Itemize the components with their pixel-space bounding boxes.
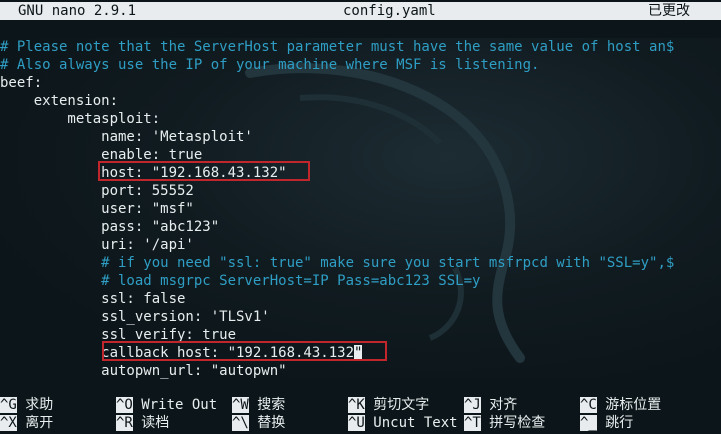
shortcut-label: 读档 bbox=[141, 415, 170, 431]
code-line: pass: "abc123" bbox=[0, 219, 220, 235]
shortcut-label: 对齐 bbox=[489, 397, 518, 413]
shortcut-item[interactable]: ^T 拼写检查 bbox=[464, 414, 545, 432]
comment-line: # Also always use the IP of your machine… bbox=[0, 57, 540, 73]
code-line: name: 'Metasploit' bbox=[0, 129, 253, 145]
shortcut-item[interactable]: ^\ 替换 bbox=[232, 414, 285, 432]
shortcut-help-bar: ^G 求助 ^O Write Out ^W 搜索 ^K 剪切文字 ^J 对齐 ^C 游标位… bbox=[0, 396, 721, 432]
comment-line: # Please note that the ServerHost parame… bbox=[0, 39, 675, 55]
shortcut-key: ^T bbox=[464, 415, 481, 431]
shortcut-item[interactable]: ^J 对齐 bbox=[464, 396, 517, 414]
shortcut-key: ^K bbox=[348, 397, 365, 413]
shortcut-label: 拼写检查 bbox=[489, 415, 546, 431]
shortcut-item[interactable]: ^G 求助 bbox=[0, 396, 53, 414]
shortcut-item[interactable]: ^R 读档 bbox=[116, 414, 169, 432]
shortcut-key: ^R bbox=[116, 415, 133, 431]
shortcut-label: Uncut Text bbox=[373, 415, 458, 431]
shortcut-key: ^O bbox=[116, 397, 133, 413]
shortcut-label: Write Out bbox=[141, 397, 218, 413]
code-line: uri: '/api' bbox=[0, 237, 194, 253]
host-highlight-box bbox=[98, 161, 310, 181]
shortcut-key: ^U bbox=[348, 415, 365, 431]
shortcut-key: ^C bbox=[580, 397, 597, 413]
editor-area[interactable]: # Please note that the ServerHost parame… bbox=[0, 38, 721, 379]
code-line: port: 55552 bbox=[0, 183, 194, 199]
shortcut-item[interactable]: ^C 游标位置 bbox=[580, 396, 661, 414]
shortcut-label: 搜索 bbox=[257, 397, 286, 413]
shortcut-label: 替换 bbox=[257, 415, 286, 431]
shortcut-label: 游标位置 bbox=[605, 397, 662, 413]
shortcut-item[interactable]: ^W 搜索 bbox=[232, 396, 285, 414]
code-line: ssl: false bbox=[0, 291, 186, 307]
shortcut-item[interactable]: ^_ 跳行 bbox=[580, 414, 633, 432]
comment-line: # load msgrpc ServerHost=IP Pass=abc123 … bbox=[0, 273, 481, 289]
file-name: config.yaml bbox=[343, 3, 436, 19]
title-bar: GNU nano 2.9.1 config.yaml 已更改 bbox=[0, 2, 721, 20]
code-line: ssl_version: 'TLSv1' bbox=[0, 309, 270, 325]
shortcut-label: 剪切文字 bbox=[373, 397, 430, 413]
shortcut-item[interactable]: ^K 剪切文字 bbox=[348, 396, 429, 414]
shortcut-key: ^\ bbox=[232, 415, 249, 431]
shortcut-item[interactable]: ^U Uncut Text bbox=[348, 414, 458, 432]
shortcut-key: ^J bbox=[464, 397, 481, 413]
shortcut-label: 离开 bbox=[25, 415, 54, 431]
shortcut-label: 跳行 bbox=[605, 415, 634, 431]
code-line: beef: bbox=[0, 75, 43, 91]
shortcut-item[interactable]: ^O Write Out bbox=[116, 396, 217, 414]
comment-line: # if you need "ssl: true" make sure you … bbox=[0, 255, 675, 271]
shortcut-label: 求助 bbox=[25, 397, 54, 413]
callback-host-highlight-box bbox=[102, 341, 387, 361]
code-line: autopwn_url: "autopwn" bbox=[0, 363, 287, 379]
code-line: user: "msf" bbox=[0, 201, 194, 217]
shortcut-item[interactable]: ^X 离开 bbox=[0, 414, 53, 432]
modified-status: 已更改 bbox=[648, 3, 690, 19]
code-line: extension: bbox=[0, 93, 119, 109]
shortcut-key: ^G bbox=[0, 397, 17, 413]
code-line: metasploit: bbox=[0, 111, 161, 127]
shortcut-key: ^W bbox=[232, 397, 249, 413]
shortcut-key: ^X bbox=[0, 415, 17, 431]
shortcut-key: ^_ bbox=[580, 415, 597, 431]
app-name: GNU nano 2.9.1 bbox=[18, 3, 137, 19]
